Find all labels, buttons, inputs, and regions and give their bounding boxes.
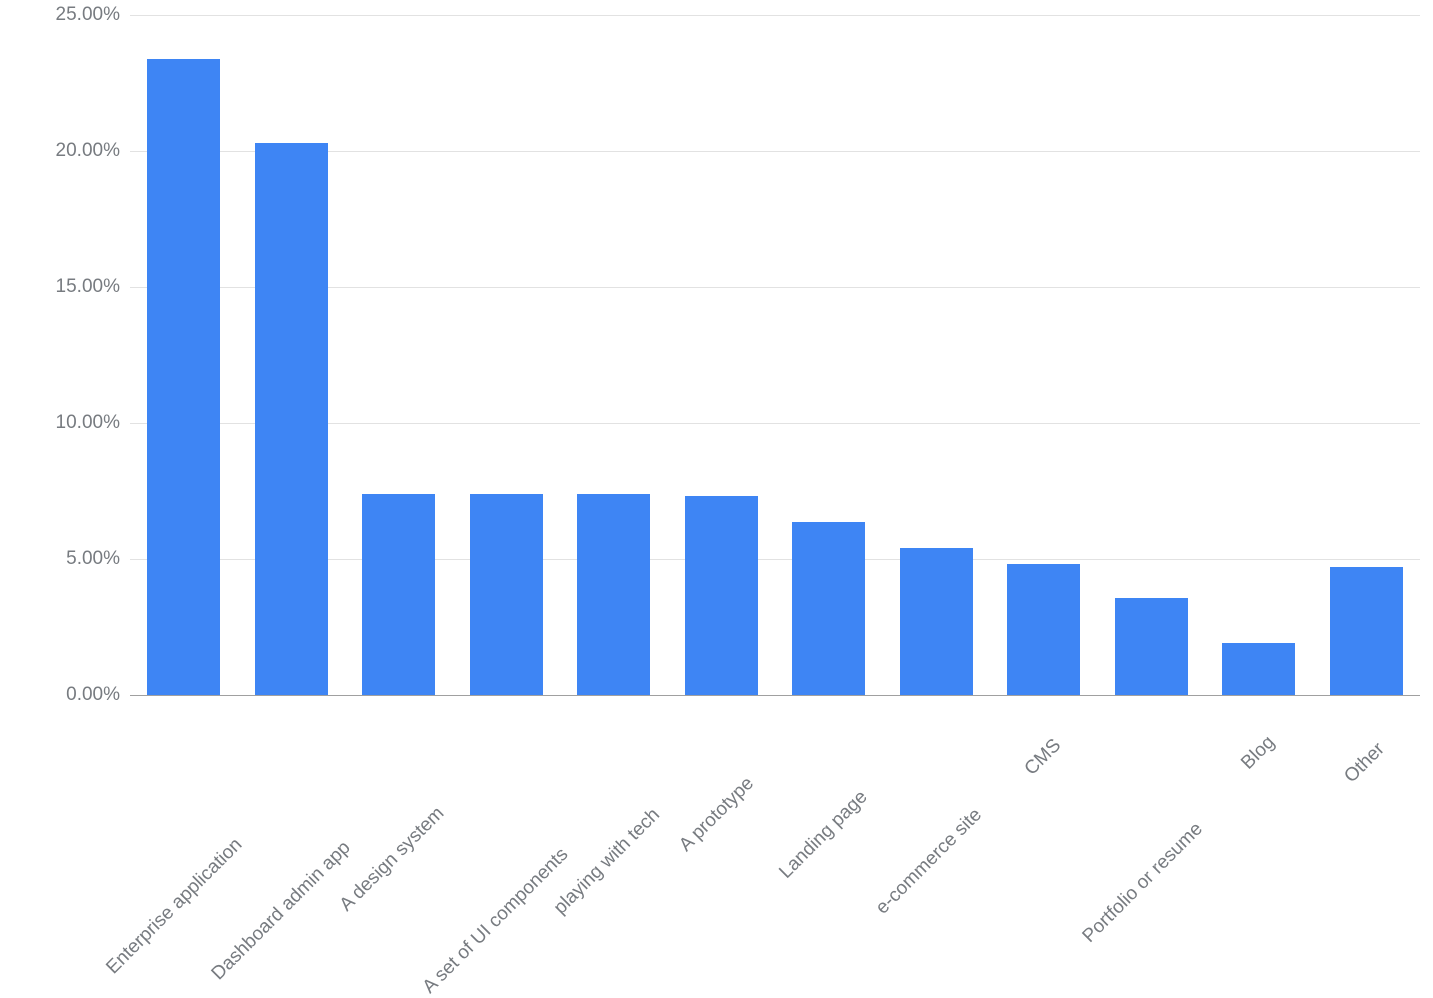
bar-portfolio-or-resume — [1115, 598, 1188, 695]
x-tick-label: CMS — [1020, 735, 1065, 780]
bar-chart: 25.00% 20.00% 15.00% 10.00% 5.00% 0.00% … — [0, 0, 1433, 933]
x-tick-label: A design system — [335, 803, 448, 916]
bars-container — [130, 15, 1420, 695]
bar-e-commerce-site — [900, 548, 973, 695]
y-tick-label: 5.00% — [66, 548, 120, 570]
bar-enterprise-application — [147, 59, 220, 695]
y-tick-label: 15.00% — [56, 276, 120, 298]
bar-playing-with-tech — [577, 494, 650, 695]
bar-cms — [1007, 564, 1080, 695]
x-axis-labels: Enterprise application Dashboard admin a… — [130, 705, 1420, 925]
bar-dashboard-admin-app — [255, 143, 328, 695]
x-tick-label: Other — [1341, 739, 1390, 788]
bar-a-design-system — [362, 494, 435, 695]
x-tick-label: Landing page — [775, 786, 872, 883]
plot-area — [130, 15, 1420, 696]
y-tick-label: 0.00% — [66, 684, 120, 706]
bar-a-set-of-ui-components — [470, 494, 543, 695]
y-tick-label: 10.00% — [56, 412, 120, 434]
bar-other — [1330, 567, 1403, 695]
x-tick-label: playing with tech — [550, 804, 665, 919]
bar-blog — [1222, 643, 1295, 695]
bar-a-prototype — [685, 496, 758, 695]
bar-landing-page — [792, 522, 865, 695]
y-tick-label: 25.00% — [56, 4, 120, 26]
x-tick-label: e-commerce site — [872, 804, 987, 919]
x-tick-label: Blog — [1237, 732, 1279, 774]
x-tick-label: Portfolio or resume — [1079, 819, 1208, 948]
x-tick-label: A prototype — [675, 773, 759, 857]
y-tick-label: 20.00% — [56, 140, 120, 162]
